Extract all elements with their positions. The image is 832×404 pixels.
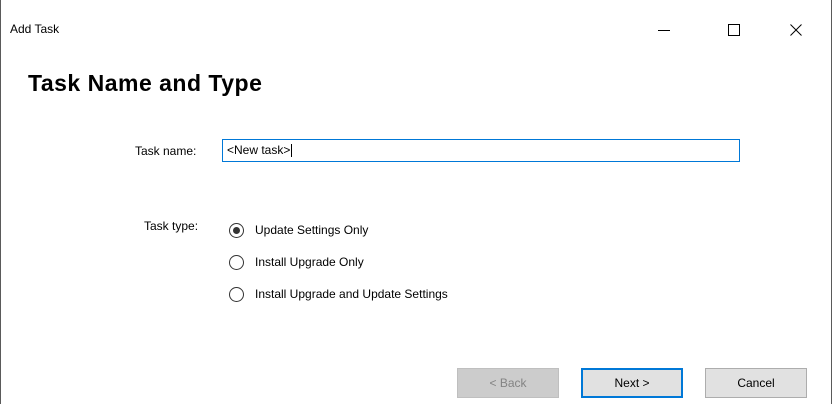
radio-update-settings-only[interactable]: Update Settings Only (229, 222, 368, 238)
radio-selected-dot (233, 226, 240, 234)
minimize-button[interactable] (641, 14, 687, 46)
cancel-button[interactable]: Cancel (705, 368, 807, 398)
task-type-label: Task type: (144, 219, 199, 233)
back-button[interactable]: < Back (457, 368, 559, 398)
add-task-dialog: Add Task Task Name and Type Task name: <… (0, 0, 832, 404)
task-name-label: Task name: (135, 144, 197, 158)
page-heading: Task Name and Type (28, 70, 263, 96)
close-button[interactable] (773, 14, 819, 46)
maximize-icon (728, 24, 740, 36)
radio-label: Update Settings Only (255, 223, 369, 237)
task-name-value: <New task> (227, 143, 291, 157)
window-title: Add Task (10, 22, 60, 36)
radio-button[interactable] (229, 286, 244, 302)
radio-label: Install Upgrade Only (255, 255, 364, 269)
radio-install-upgrade-only[interactable]: Install Upgrade Only (229, 254, 364, 270)
task-name-input[interactable]: <New task> (222, 139, 740, 162)
radio-button[interactable] (229, 254, 244, 270)
text-caret (291, 144, 293, 157)
radio-button[interactable] (229, 222, 244, 238)
close-icon (790, 24, 802, 36)
title-bar[interactable]: Add Task (1, 0, 831, 60)
radio-label: Install Upgrade and Update Settings (255, 287, 448, 301)
maximize-button[interactable] (711, 14, 757, 46)
minimize-icon (658, 30, 670, 31)
next-button[interactable]: Next > (581, 368, 683, 398)
radio-install-upgrade-and-update-settings[interactable]: Install Upgrade and Update Settings (229, 286, 448, 302)
